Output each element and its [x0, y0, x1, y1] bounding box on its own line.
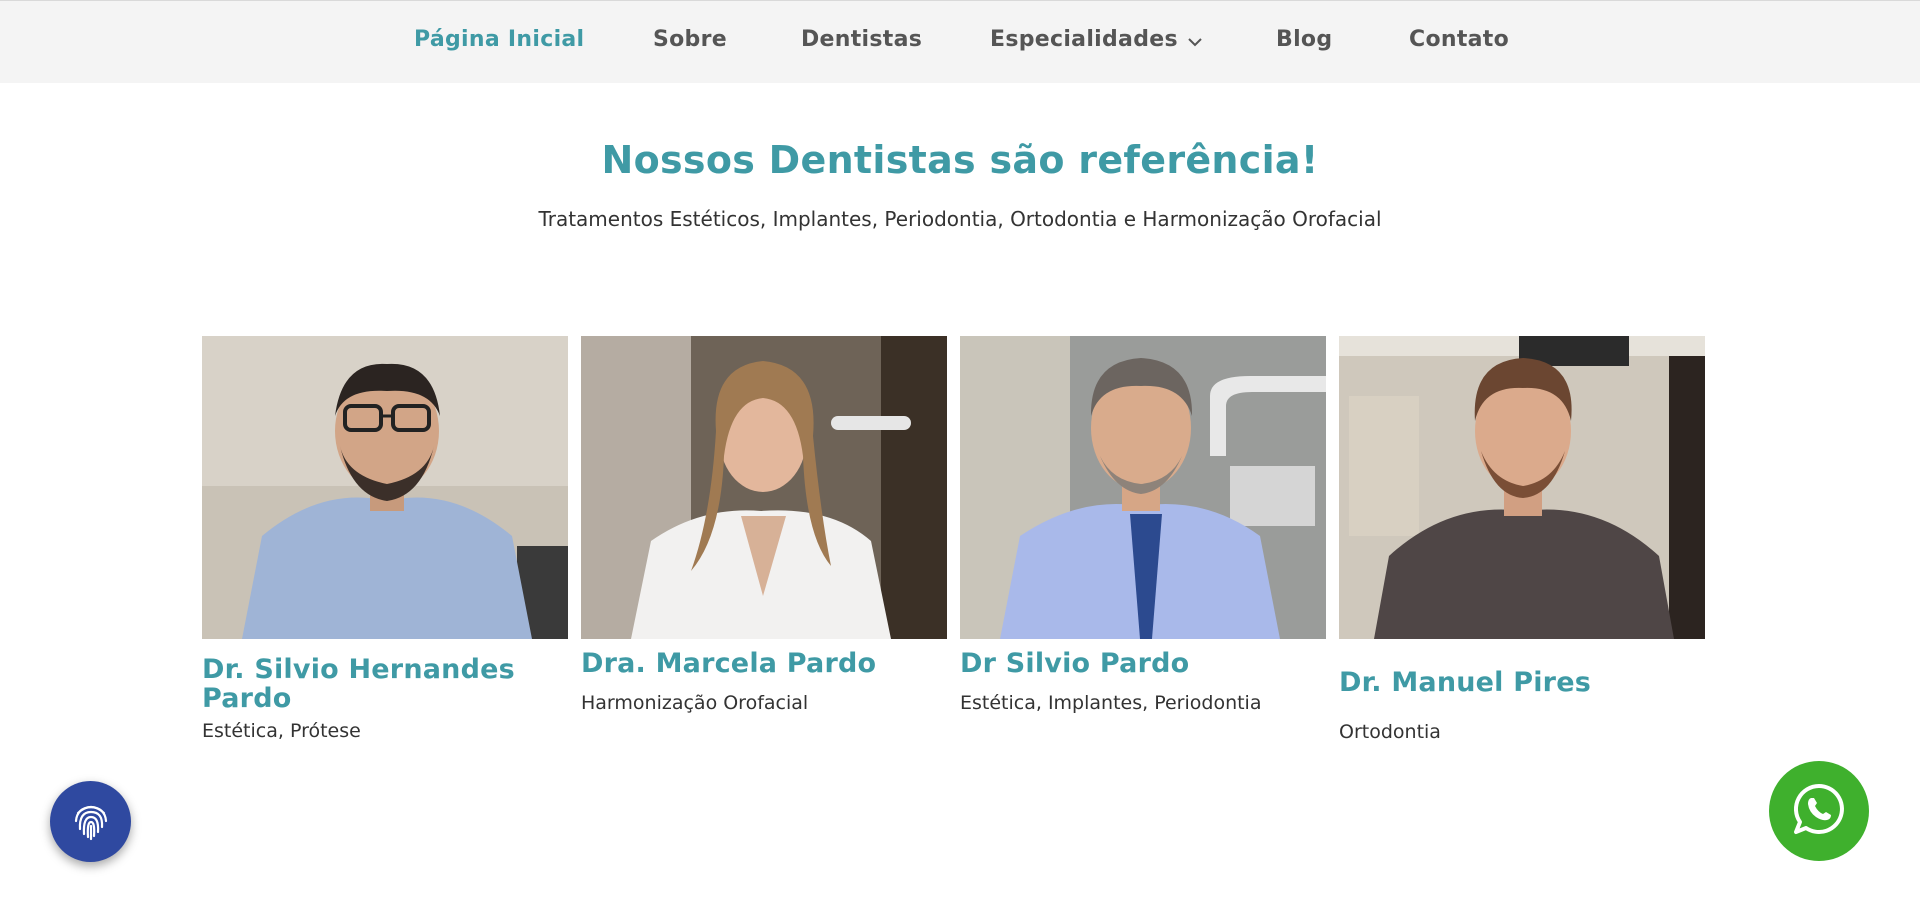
dentist-specialty: Ortodontia — [1339, 721, 1441, 743]
nav-item-especialidades-label: Especialidades — [990, 27, 1178, 52]
whatsapp-button[interactable] — [1769, 761, 1869, 861]
nav-item-especialidades[interactable]: Especialidades — [990, 27, 1202, 53]
dentist-specialty: Estética, Prótese — [202, 720, 361, 742]
section-subtitle: Tratamentos Estéticos, Implantes, Period… — [538, 207, 1382, 231]
dentist-name[interactable]: Dr Silvio Pardo — [960, 649, 1326, 678]
dentist-photo — [202, 336, 568, 639]
dentist-specialty: Estética, Implantes, Periodontia — [960, 692, 1262, 714]
nav-item-pagina-inicial[interactable]: Página Inicial — [414, 27, 584, 52]
top-navigation: Página Inicial Sobre Dentistas Especiali… — [0, 0, 1920, 83]
nav-item-contato[interactable]: Contato — [1409, 27, 1509, 52]
dentist-photo — [960, 336, 1326, 639]
chevron-down-icon — [1188, 28, 1202, 53]
dentist-name[interactable]: Dr. Manuel Pires — [1339, 668, 1705, 697]
nav-item-dentistas[interactable]: Dentistas — [801, 27, 922, 52]
nav-item-blog[interactable]: Blog — [1276, 27, 1332, 52]
accessibility-button[interactable] — [50, 781, 131, 862]
fingerprint-icon — [70, 799, 112, 845]
section-title: Nossos Dentistas são referência! — [601, 138, 1319, 182]
dentist-name[interactable]: Dr. Silvio Hernandes Pardo — [202, 655, 568, 713]
dentist-photo — [1339, 336, 1705, 639]
dentist-specialty: Harmonização Orofacial — [581, 692, 809, 714]
dentist-photo — [581, 336, 947, 639]
whatsapp-icon — [1791, 781, 1847, 841]
nav-item-sobre[interactable]: Sobre — [653, 27, 727, 52]
dentist-name[interactable]: Dra. Marcela Pardo — [581, 649, 947, 678]
